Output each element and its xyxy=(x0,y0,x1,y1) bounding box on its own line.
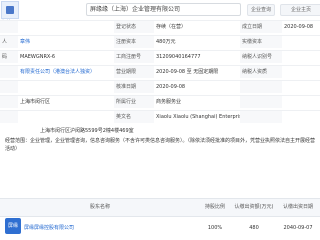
info-cell xyxy=(282,66,320,78)
info-cell: 纳税人资质 xyxy=(240,66,282,78)
info-cell xyxy=(282,111,320,123)
subscribed-date: 2040-09-07 xyxy=(283,225,313,231)
info-row: 码 MAEWGNRX-6 工商注册号 31209040164777 纳税人识别号 xyxy=(0,50,320,63)
info-cell: 商务服务业 xyxy=(156,99,182,105)
info-cell xyxy=(282,96,320,108)
info-row: 有限责任公司（港澳台法人独资） 营业期限 2020-09-08 至 无固定期限 纳税人… xyxy=(0,65,320,78)
address-text: 上海市闵行区沪闵路5599号2幢4楼469室 xyxy=(40,128,134,134)
column-header: 认缴出资日期 xyxy=(282,204,313,210)
home-button[interactable]: 企业主页 xyxy=(280,4,320,16)
info-cell: 核准日期 xyxy=(114,81,154,93)
info-cell xyxy=(0,96,18,108)
info-cell: 登记状态 xyxy=(114,21,154,33)
info-cell: 注册资本 xyxy=(114,36,154,48)
info-cell: 英文名 xyxy=(114,111,154,123)
info-cell: 码 xyxy=(0,51,18,63)
info-cell xyxy=(240,111,282,123)
info-cell xyxy=(0,66,18,78)
info-cell: 存续（在营） xyxy=(156,24,187,30)
subscribed-amount: 480 xyxy=(249,225,259,231)
info-cell: 实缴资本 xyxy=(240,36,282,48)
info-row: 登记状态 存续（在营） 成立日期 2020-09-08 xyxy=(0,20,320,33)
info-cell: 工商注册号 xyxy=(114,51,154,63)
info-cell xyxy=(18,81,114,93)
info-cell: Xiaolu Xiaolu (Shanghai) Enterprise Mana… xyxy=(156,114,240,120)
company-logo: 屏缘 xyxy=(5,218,21,234)
info-cell xyxy=(240,81,282,93)
info-row: 人章伟 注册资本 480万元 实缴资本 xyxy=(0,35,320,48)
table-row[interactable]: 屏缘屏缘控股有限公司 100% 480 2040-09-07 xyxy=(0,216,320,240)
info-cell: 2020-09-08 xyxy=(284,24,314,30)
column-header: 认缴出资额(万元) xyxy=(234,204,274,210)
info-row: 上海市闵行区 所属行业 商务服务业 xyxy=(0,95,320,108)
info-cell xyxy=(18,111,114,123)
info-cell xyxy=(0,21,18,33)
info-cell: 所属行业 xyxy=(114,96,154,108)
info-cell: 上海市闵行区 xyxy=(20,99,51,105)
info-cell: 营业期限 xyxy=(114,66,154,78)
column-header: 持股比例 xyxy=(204,204,225,210)
info-cell xyxy=(0,81,18,93)
info-cell xyxy=(240,96,282,108)
info-cell: 有限责任公司（港澳台法人独资） xyxy=(20,69,96,75)
query-button[interactable]: 企业查询 xyxy=(247,4,275,16)
column-header: 股东名称 xyxy=(89,204,110,210)
info-cell: 480万元 xyxy=(156,39,176,45)
info-row: 核准日期 2020-09-08 xyxy=(0,80,320,93)
info-cell xyxy=(282,51,320,63)
info-cell xyxy=(282,36,320,48)
info-cell: 31209040164777 xyxy=(156,54,201,60)
info-cell: 章伟 xyxy=(20,39,31,45)
info-cell xyxy=(282,81,320,93)
shareholder-table-header: 股东名称 持股比例 认缴出资额(万元) 认缴出资日期 xyxy=(0,198,320,217)
info-row: 英文名Xiaolu Xiaolu (Shanghai) Enterprise M… xyxy=(0,110,320,123)
info-cell: 人 xyxy=(0,36,18,48)
info-cell: 2020-09-08 xyxy=(156,84,186,90)
search-text: 屏缘缘（上海）企业管理有限公司 xyxy=(90,6,181,13)
info-cell: 成立日期 xyxy=(240,21,282,33)
info-cell: 纳税人识别号 xyxy=(240,51,282,63)
app-logo[interactable] xyxy=(1,1,19,19)
business-info-table: 登记状态 存续（在营） 成立日期 2020-09-08 人章伟 注册资本 480万元 实缴资本… xyxy=(0,20,320,125)
info-cell: 2020-09-08 至 无固定期限 xyxy=(156,69,219,75)
info-cell: MAEWGNRX-6 xyxy=(20,54,56,60)
shareholder-name[interactable]: 屏缘屏缘控股有限公司 xyxy=(24,216,74,240)
search-input[interactable]: 屏缘缘（上海）企业管理有限公司 xyxy=(86,3,241,16)
info-cell xyxy=(18,21,114,33)
shareholding-pct: 100% xyxy=(207,225,223,231)
business-scope-text: 经营范围：企业管理，企业管理咨询，信息咨询服务（不含许可类信息咨询服务）。（除依… xyxy=(5,138,316,152)
info-cell xyxy=(0,111,18,123)
